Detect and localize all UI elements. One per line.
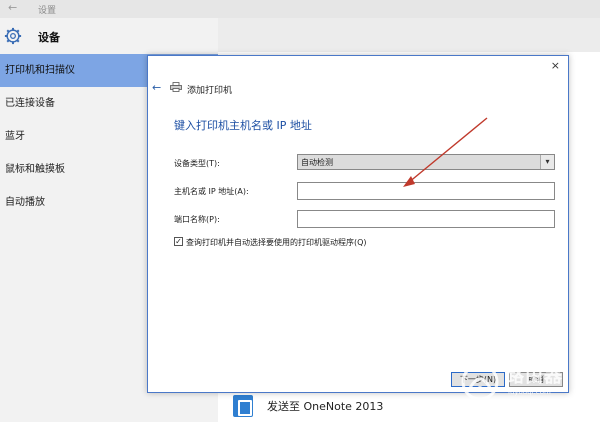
close-icon[interactable]: × — [551, 59, 560, 72]
port-input[interactable] — [297, 210, 555, 228]
device-type-select[interactable]: 自动检测 ▾ — [297, 154, 555, 170]
host-input[interactable] — [297, 182, 555, 200]
add-printer-dialog: × ← 添加打印机 键入打印机主机名或 IP 地址 设备类型(T): 自动检测 … — [147, 55, 569, 393]
watermark-subtext: luyouqi.com — [508, 388, 551, 396]
dialog-back-arrow-icon[interactable]: ← — [152, 81, 161, 94]
chevron-down-icon[interactable]: ▾ — [540, 155, 554, 169]
onenote-icon — [233, 395, 253, 417]
section-title: 设备 — [38, 31, 60, 44]
watermark-text: 路由器 — [506, 366, 563, 387]
watermark: 路由器 luyouqi.com — [460, 356, 600, 406]
back-arrow-icon[interactable]: ← — [8, 1, 17, 14]
printer-icon — [170, 82, 182, 92]
window-title: 设置 — [38, 6, 57, 16]
printer-name: 发送至 OneNote 2013 — [267, 400, 384, 413]
host-label: 主机名或 IP 地址(A): — [174, 187, 249, 196]
content-header-strip — [218, 18, 600, 52]
watermark-logo-icon — [461, 363, 499, 401]
query-driver-label: 查询打印机并自动选择要使用的打印机驱动程序(Q) — [186, 238, 367, 247]
window-titlebar: ← 设置 — [0, 0, 600, 18]
dialog-heading: 键入打印机主机名或 IP 地址 — [174, 119, 312, 132]
port-label: 端口名称(P): — [174, 215, 220, 224]
dialog-title: 添加打印机 — [187, 86, 233, 96]
device-type-label: 设备类型(T): — [174, 159, 220, 168]
gear-icon — [4, 27, 22, 45]
device-type-value: 自动检测 — [301, 158, 333, 167]
query-driver-checkbox[interactable]: ✓ — [174, 237, 183, 246]
